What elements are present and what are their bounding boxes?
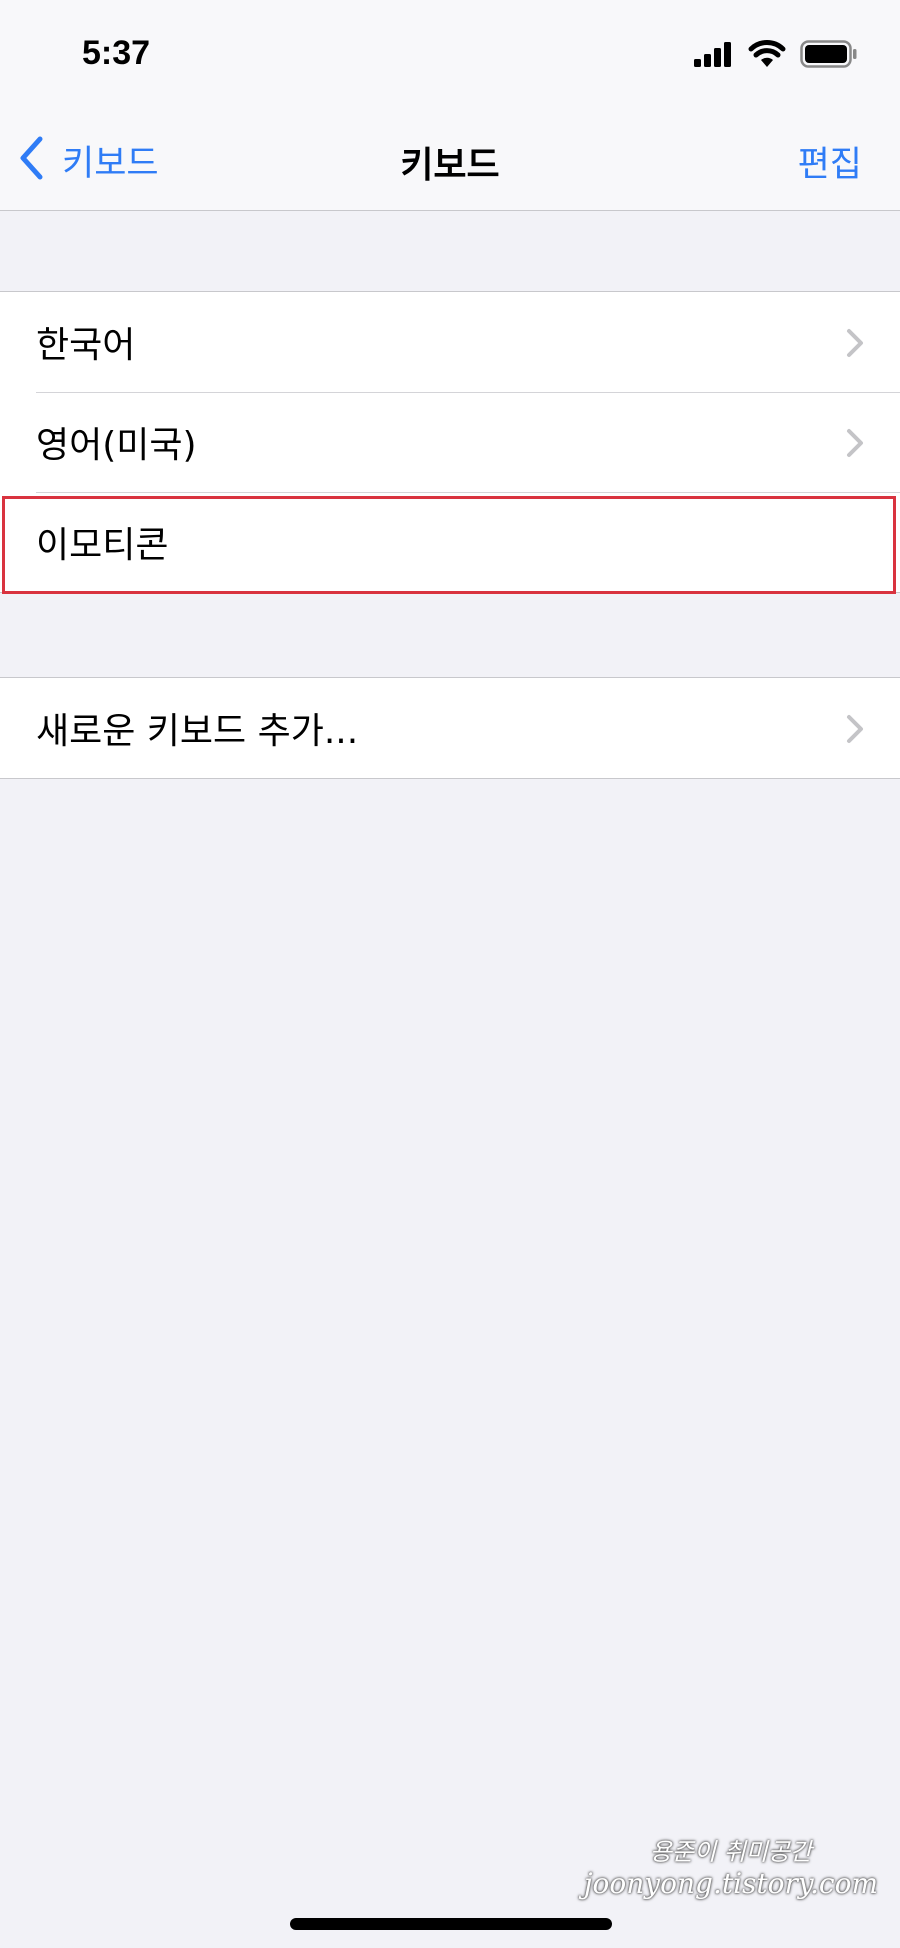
list-item-emoji[interactable]: 이모티콘: [0, 492, 900, 592]
add-keyboard-group: 새로운 키보드 추가...: [0, 677, 900, 779]
status-icons: [694, 40, 858, 72]
chevron-right-icon: [846, 428, 864, 462]
wifi-icon: [748, 40, 786, 72]
status-time: 5:37: [82, 34, 151, 72]
add-keyboard-label: 새로운 키보드 추가...: [36, 711, 359, 752]
chevron-right-icon: [846, 328, 864, 362]
status-bar: 5:37: [0, 0, 900, 110]
page-title: 키보드: [400, 145, 500, 186]
keyboard-list: 한국어 영어(미국) 이모티콘: [0, 291, 900, 593]
list-item-label: 이모티콘: [36, 525, 169, 566]
watermark-url: joonyong.tistory.com: [583, 1867, 878, 1900]
edit-button[interactable]: 편집: [798, 136, 862, 187]
list-item-english-us[interactable]: 영어(미국): [0, 392, 900, 492]
home-indicator[interactable]: [290, 1918, 612, 1930]
watermark-title: 용준이 취미공간: [649, 1838, 813, 1866]
cellular-signal-icon: [694, 41, 734, 71]
list-item-korean[interactable]: 한국어: [0, 292, 900, 392]
chevron-right-icon: [846, 714, 864, 748]
list-item-label: 영어(미국): [36, 425, 197, 466]
watermark: 용준이 취미공간 joonyong.tistory.com: [584, 1832, 878, 1900]
add-keyboard-button[interactable]: 새로운 키보드 추가...: [0, 678, 900, 778]
list-item-label: 한국어: [36, 325, 136, 366]
navigation-bar: 키보드 키보드 편집: [0, 110, 900, 211]
battery-icon: [800, 40, 858, 72]
